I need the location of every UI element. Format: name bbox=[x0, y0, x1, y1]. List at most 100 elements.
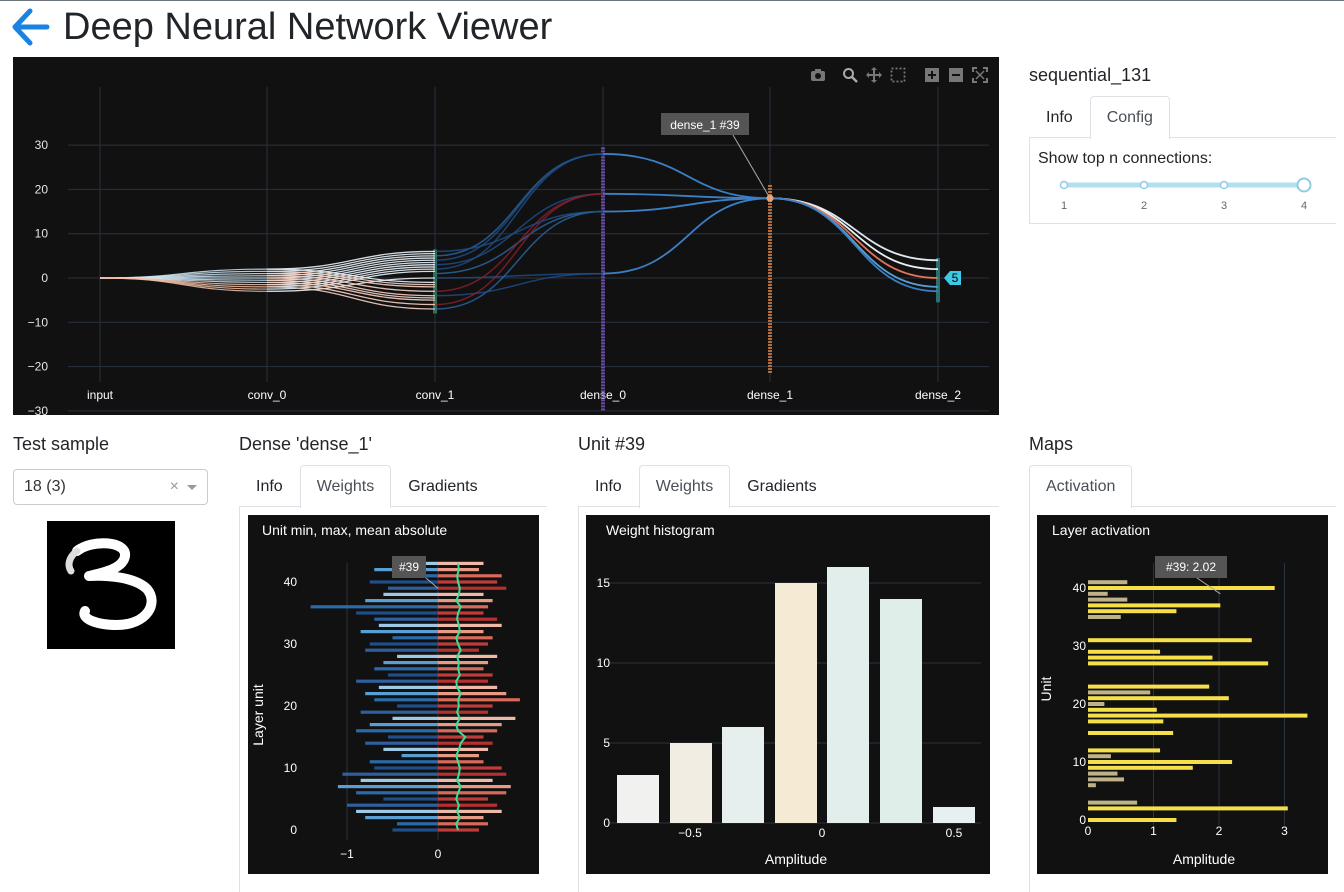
activation-bar bbox=[1088, 597, 1128, 602]
min-bar bbox=[356, 729, 438, 733]
min-bar bbox=[378, 623, 438, 627]
dense-tabs: Info Weights Gradients bbox=[239, 465, 547, 508]
connection bbox=[434, 193, 604, 293]
tab-unit-info[interactable]: Info bbox=[578, 465, 639, 507]
max-bar bbox=[438, 636, 493, 640]
chevron-down-icon[interactable] bbox=[187, 485, 197, 490]
chart2-title: Weight histogram bbox=[606, 522, 715, 538]
max-bar bbox=[438, 772, 507, 776]
min-bar bbox=[397, 704, 438, 708]
min-bar bbox=[383, 797, 438, 801]
histogram-bar bbox=[617, 775, 659, 823]
back-arrow-icon[interactable] bbox=[10, 7, 50, 47]
max-bar bbox=[438, 754, 479, 758]
connection bbox=[99, 277, 268, 288]
y-tick-label: 10 bbox=[284, 761, 298, 775]
top-n-slider[interactable]: 1 2 3 4 bbox=[1052, 174, 1322, 214]
tab-model-config[interactable]: Config bbox=[1089, 96, 1170, 139]
chart3-xlabel: Amplitude bbox=[1173, 851, 1235, 867]
activation-bar bbox=[1088, 713, 1308, 718]
activation-bar bbox=[1088, 591, 1108, 596]
min-bar bbox=[369, 580, 438, 584]
layer-activation-chart[interactable]: Layer activation Amplitude Unit 0 1 2 3 0 10 2… bbox=[1037, 515, 1328, 874]
y-tick-label: 30 bbox=[1073, 639, 1087, 653]
x-tick-label: −0.5 bbox=[678, 826, 702, 840]
connection bbox=[602, 197, 771, 213]
activation-bar bbox=[1088, 661, 1269, 666]
activation-bar bbox=[1088, 777, 1125, 782]
tab-dense-info[interactable]: Info bbox=[239, 465, 300, 507]
page-title: Deep Neural Network Viewer bbox=[63, 5, 553, 48]
tab-maps-activation[interactable]: Activation bbox=[1029, 465, 1133, 508]
activation-bar bbox=[1088, 818, 1177, 822]
activation-bar bbox=[1088, 783, 1096, 788]
tab-unit-weights[interactable]: Weights bbox=[638, 465, 731, 508]
connection bbox=[99, 277, 268, 292]
zoom-icon[interactable] bbox=[841, 66, 859, 84]
tab-dense-weights[interactable]: Weights bbox=[299, 465, 392, 508]
max-bar bbox=[438, 809, 502, 813]
x-tick-label: 1 bbox=[1150, 824, 1157, 838]
connection bbox=[99, 268, 268, 279]
min-bar bbox=[365, 648, 438, 652]
connection bbox=[266, 252, 436, 273]
min-bar bbox=[383, 661, 438, 665]
connection bbox=[99, 275, 268, 279]
weight-histogram-plot: Weight histogram Amplitude 0 5 10 15 −0.5 0 0.… bbox=[597, 522, 981, 867]
connection bbox=[602, 197, 771, 275]
network-plot-area: 30 20 10 0 −10 −20 −30 input conv_0 conv_1 dense_0… bbox=[28, 87, 989, 415]
histogram-bar bbox=[933, 807, 975, 823]
slider-tick-1: 1 bbox=[1061, 200, 1067, 212]
layer-label-conv_1: conv_1 bbox=[416, 388, 455, 402]
pan-icon[interactable] bbox=[865, 66, 883, 84]
connection bbox=[266, 261, 436, 281]
connection bbox=[266, 272, 436, 288]
activation-bar bbox=[1088, 684, 1210, 689]
y-tick-label: 0 bbox=[41, 271, 48, 285]
connection bbox=[266, 266, 436, 286]
camera-icon[interactable] bbox=[809, 66, 827, 84]
min-bar bbox=[392, 716, 438, 720]
y-tick-label: 0 bbox=[603, 816, 610, 830]
min-bar bbox=[365, 599, 438, 603]
activation-bar bbox=[1088, 603, 1221, 608]
activation-bar bbox=[1088, 696, 1229, 701]
weight-histogram-chart[interactable]: Weight histogram Amplitude 0 5 10 15 −0.5 0 0.… bbox=[586, 515, 990, 874]
max-bar bbox=[438, 760, 484, 764]
max-bar bbox=[438, 599, 493, 603]
max-bar bbox=[438, 797, 489, 801]
connection bbox=[99, 270, 268, 279]
layer-label-input: input bbox=[87, 388, 114, 402]
activation-bar bbox=[1088, 731, 1174, 735]
zoom-out-icon[interactable] bbox=[947, 66, 965, 84]
test-sample-select[interactable]: 18 (3) × bbox=[13, 469, 208, 505]
histogram-bar bbox=[670, 743, 712, 823]
connection bbox=[266, 283, 436, 306]
max-bar bbox=[438, 735, 484, 739]
tab-unit-gradients[interactable]: Gradients bbox=[730, 465, 833, 507]
max-bar bbox=[438, 698, 520, 702]
unit-minmax-chart[interactable]: Unit min, max, mean absolute Layer unit … bbox=[248, 515, 539, 874]
min-bar bbox=[347, 803, 438, 807]
zoom-in-icon[interactable] bbox=[923, 66, 941, 84]
select-box-icon[interactable] bbox=[889, 66, 907, 84]
connection bbox=[266, 277, 436, 297]
clear-icon[interactable]: × bbox=[170, 478, 179, 496]
min-bar bbox=[401, 754, 438, 758]
network-graph[interactable]: 30 20 10 0 −10 −20 −30 input conv_0 conv_1 dense_0… bbox=[13, 57, 999, 415]
autoscale-icon[interactable] bbox=[971, 66, 989, 84]
min-bar bbox=[374, 698, 438, 702]
min-bar bbox=[387, 673, 438, 677]
y-tick-label: 40 bbox=[284, 575, 298, 589]
max-bar bbox=[438, 592, 484, 596]
tab-model-info[interactable]: Info bbox=[1029, 96, 1090, 138]
y-tick-label: 10 bbox=[597, 656, 611, 670]
activation-bar bbox=[1088, 586, 1275, 590]
x-tick-label: 0.5 bbox=[946, 826, 963, 840]
min-bar bbox=[337, 785, 438, 789]
test-sample-value: 18 (3) bbox=[24, 478, 66, 495]
connection bbox=[434, 210, 604, 275]
connection bbox=[266, 275, 436, 292]
tab-dense-gradients[interactable]: Gradients bbox=[391, 465, 494, 507]
mean-line bbox=[455, 563, 467, 831]
